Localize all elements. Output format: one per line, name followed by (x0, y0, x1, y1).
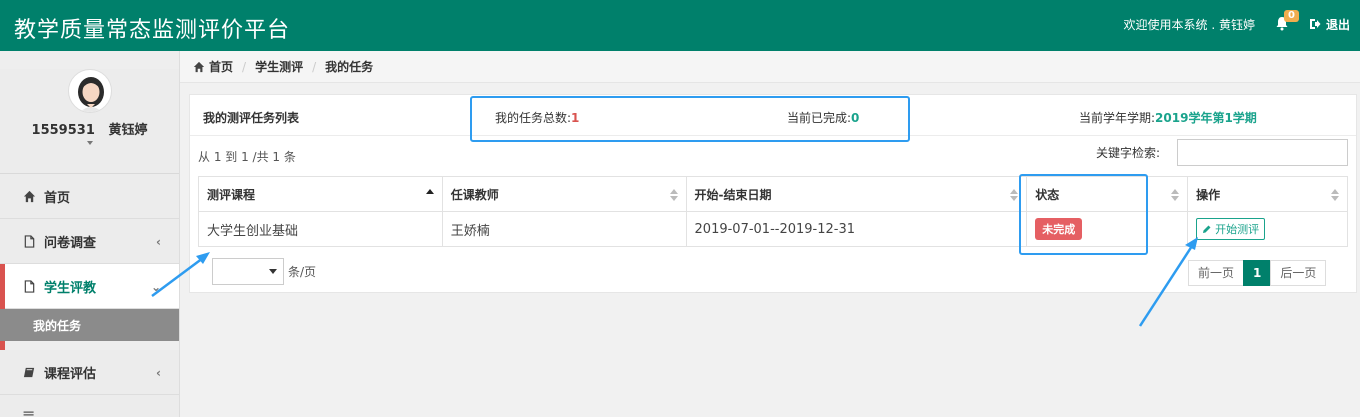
panel-title: 我的测评任务列表 (203, 111, 300, 125)
sidebar-item-label: 问卷调查 (44, 235, 97, 251)
column-header-course[interactable]: 测评课程 (198, 176, 443, 212)
caret-down-icon[interactable] (86, 141, 93, 145)
total-tasks-label: 我的任务总数: (495, 111, 572, 125)
caret-down-icon (269, 269, 277, 274)
current-term-value: 2019学年第1学期 (1155, 111, 1257, 125)
sidebar-item-survey[interactable]: 问卷调查 ‹ (0, 219, 179, 264)
sidebar-submenu: 我的任务 (0, 309, 179, 350)
breadcrumb-student-eval[interactable]: 学生测评 (255, 58, 303, 75)
page-1-button[interactable]: 1 (1243, 260, 1272, 286)
pagination: 前一页 1 后一页 (1188, 260, 1327, 286)
column-header-label: 操作 (1196, 187, 1221, 202)
cell-dates: 2019-07-01--2019-12-31 (685, 211, 1028, 247)
column-header-action[interactable]: 操作 (1187, 176, 1348, 212)
top-right-area: 欢迎使用本系统 . 黄钰婷 0 退出 (1124, 0, 1350, 48)
completed-tasks-value: 0 (851, 111, 860, 125)
page-size-select[interactable] (212, 258, 284, 285)
sidebar-item-course-eval[interactable]: 课程评估 ‹ (0, 350, 179, 395)
app-title: 教学质量常态监测评价平台 (14, 18, 291, 43)
total-tasks-value: 1 (571, 111, 580, 125)
file-icon (22, 234, 36, 248)
table-info: 从 1 到 1 /共 1 条 (198, 150, 296, 164)
notification-button[interactable]: 0 (1275, 10, 1299, 32)
next-page-button[interactable]: 后一页 (1270, 260, 1327, 286)
chevron-left-icon: ‹ (156, 235, 161, 249)
sort-icon (1171, 189, 1180, 201)
column-header-label: 状态 (1035, 187, 1060, 202)
status-badge: 未完成 (1035, 218, 1083, 240)
book-icon (22, 365, 36, 379)
search-input[interactable] (1177, 139, 1348, 166)
total-tasks-stat: 我的任务总数:1 (495, 109, 579, 126)
start-evaluation-button[interactable]: 开始测评 (1196, 218, 1266, 240)
sidebar-item-home[interactable]: 首页 (0, 174, 179, 219)
breadcrumb-separator: / (242, 59, 247, 74)
completed-tasks-stat: 当前已完成:0 (787, 109, 859, 126)
breadcrumb-my-tasks: 我的任务 (325, 60, 374, 74)
cell-action: 开始测评 (1187, 211, 1348, 247)
chevron-left-icon: ‹ (156, 366, 161, 380)
completed-tasks-label: 当前已完成: (787, 111, 852, 125)
cell-course: 大学生创业基础 (198, 211, 443, 247)
sort-icon (1331, 189, 1339, 201)
sidebar-collapse-button[interactable]: ≡ (0, 395, 179, 417)
logout-label: 退出 (1325, 17, 1350, 32)
task-table: 测评课程 任课教师 开始-结束日期 状态 操作 大学生创业基础 王娇楠 2019… (198, 176, 1348, 247)
user-profile[interactable]: 1559531 黄钰婷 (0, 69, 179, 174)
chevron-down-icon: ⌄ (150, 280, 161, 294)
column-header-label: 开始-结束日期 (694, 187, 772, 202)
avatar (67, 69, 112, 113)
sign-out-icon (1309, 19, 1321, 29)
sort-icon (669, 189, 678, 201)
breadcrumb-home[interactable]: 首页 (209, 58, 233, 75)
sidebar-item-label: 学生评教 (44, 280, 97, 296)
prev-page-button[interactable]: 前一页 (1188, 260, 1245, 286)
breadcrumb-separator: / (312, 59, 317, 74)
user-name: 1559531 黄钰婷 (31, 123, 148, 138)
home-icon (193, 61, 205, 72)
table-row: 大学生创业基础 王娇楠 2019-07-01--2019-12-31 未完成 开… (198, 211, 1348, 247)
cell-status: 未完成 (1026, 211, 1189, 247)
table-header-row: 测评课程 任课教师 开始-结束日期 状态 操作 (198, 176, 1348, 212)
current-term-label: 当前学年学期: (1079, 111, 1156, 125)
menu-icon: ≡ (22, 404, 36, 417)
start-evaluation-label: 开始测评 (1215, 223, 1260, 236)
column-header-label: 任课教师 (450, 187, 499, 202)
welcome-text: 欢迎使用本系统 . 黄钰婷 (1123, 17, 1255, 32)
sidebar-item-student-eval[interactable]: 学生评教 ⌄ (0, 264, 179, 351)
current-term-stat: 当前学年学期:2019学年第1学期 (1079, 109, 1257, 126)
column-header-teacher[interactable]: 任课教师 (441, 176, 687, 212)
sort-asc-icon (425, 189, 434, 201)
page-size-label: 条/页 (288, 265, 317, 279)
sidebar-item-my-tasks[interactable]: 我的任务 (0, 309, 179, 341)
pencil-icon (1203, 225, 1211, 233)
sort-icon (1010, 189, 1019, 201)
cell-teacher: 王娇楠 (441, 211, 687, 247)
column-header-dates[interactable]: 开始-结束日期 (685, 176, 1028, 212)
column-header-status[interactable]: 状态 (1026, 176, 1189, 212)
file-icon (22, 279, 36, 293)
sidebar-item-label: 课程评估 (44, 366, 97, 382)
top-navbar: 教学质量常态监测评价平台 欢迎使用本系统 . 黄钰婷 0 退出 (0, 0, 1360, 51)
breadcrumb: 首页 / 学生测评 / 我的任务 (180, 51, 1360, 83)
panel-header: 我的测评任务列表 我的任务总数:1 当前已完成:0 当前学年学期:2019学年第… (190, 95, 1356, 136)
column-header-label: 测评课程 (207, 187, 256, 202)
sidebar: 1559531 黄钰婷 首页 问卷调查 ‹ 学生评教 ⌄ 我的任务 课程评估 ‹… (0, 51, 180, 417)
home-icon (22, 189, 36, 203)
notification-badge: 0 (1283, 10, 1299, 22)
logout-button[interactable]: 退出 (1309, 16, 1350, 33)
sidebar-item-label: 首页 (44, 190, 71, 206)
search-label: 关键字检索: (1096, 146, 1161, 160)
